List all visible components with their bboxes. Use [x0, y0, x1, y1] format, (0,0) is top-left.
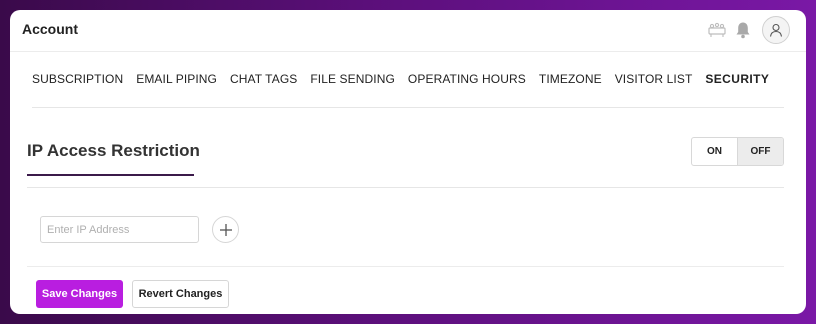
account-card: Account SUBSCRIPTION EMAIL PIPING CHAT T… — [10, 10, 806, 314]
revert-changes-button[interactable]: Revert Changes — [132, 280, 229, 308]
tab-subscription[interactable]: SUBSCRIPTION — [32, 68, 123, 86]
tab-operating-hours[interactable]: OPERATING HOURS — [408, 68, 526, 86]
tab-timezone[interactable]: TIMEZONE — [539, 68, 602, 86]
header-bar: Account — [10, 10, 806, 52]
settings-tabs: SUBSCRIPTION EMAIL PIPING CHAT TAGS FILE… — [32, 68, 784, 108]
header-icons — [702, 15, 790, 45]
tab-email-piping[interactable]: EMAIL PIPING — [136, 68, 217, 86]
ip-restriction-toggle: ON OFF — [691, 137, 784, 166]
section-divider — [27, 187, 784, 188]
tab-chat-tags[interactable]: CHAT TAGS — [230, 68, 297, 86]
tab-security[interactable]: SECURITY — [705, 68, 769, 86]
tab-visitor-list[interactable]: VISITOR LIST — [615, 68, 693, 86]
save-changes-button[interactable]: Save Changes — [36, 280, 123, 308]
title-underline — [27, 174, 194, 176]
toggle-off-button[interactable]: OFF — [737, 138, 783, 165]
plus-icon — [219, 223, 232, 236]
page-title: Account — [22, 21, 78, 37]
ip-address-input[interactable] — [40, 216, 199, 243]
section-title: IP Access Restriction — [27, 141, 200, 160]
add-ip-button[interactable] — [212, 216, 239, 243]
team-icon[interactable] — [706, 19, 728, 41]
user-avatar-icon — [769, 23, 783, 37]
tab-file-sending[interactable]: FILE SENDING — [310, 68, 395, 86]
footer-divider — [27, 266, 784, 267]
bell-icon[interactable] — [732, 19, 754, 41]
toggle-on-button[interactable]: ON — [692, 138, 737, 165]
avatar[interactable] — [762, 16, 790, 44]
